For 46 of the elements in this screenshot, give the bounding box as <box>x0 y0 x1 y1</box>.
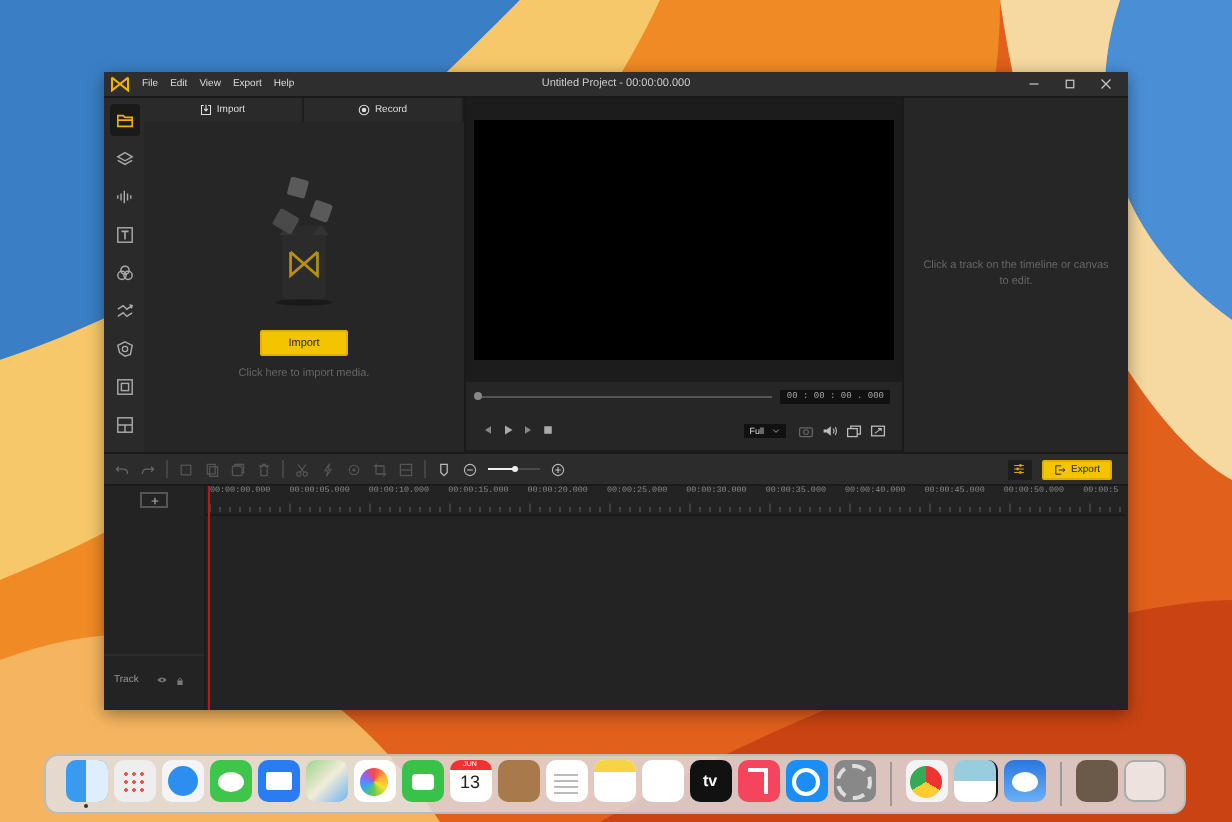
record-icon <box>358 104 371 116</box>
text-box-icon <box>115 225 133 243</box>
next-frame-icon[interactable] <box>522 424 534 436</box>
layers-icon <box>115 149 133 167</box>
sidebar-item[interactable] <box>109 104 139 136</box>
previous-frame-icon[interactable] <box>482 424 494 436</box>
zoom-in-icon[interactable] <box>550 461 566 477</box>
import-icon <box>200 104 213 116</box>
lock-icon[interactable] <box>176 675 185 685</box>
duplicate-icon[interactable] <box>230 461 246 477</box>
frame-icon <box>115 377 133 395</box>
close-icon[interactable] <box>1100 78 1112 90</box>
lightning-icon[interactable] <box>320 461 336 477</box>
zoom-out-icon[interactable] <box>462 461 478 477</box>
volume-icon[interactable] <box>822 423 838 437</box>
redo-icon[interactable] <box>140 461 156 477</box>
fullscreen-icon[interactable] <box>870 423 886 437</box>
settings-button[interactable] <box>1007 459 1032 479</box>
minimize-icon[interactable] <box>1028 78 1040 90</box>
split-frame-icon[interactable] <box>398 461 414 477</box>
copy-icon[interactable] <box>204 461 220 477</box>
delete-icon[interactable] <box>256 461 272 477</box>
sticker-icon <box>115 339 133 357</box>
export-icon <box>1053 463 1066 475</box>
crop-frame-icon[interactable] <box>372 461 388 477</box>
sliders-icon <box>1012 462 1027 476</box>
layout-icon <box>115 415 133 433</box>
logo-icon <box>110 76 130 92</box>
plus-icon <box>149 495 159 505</box>
target-icon[interactable] <box>346 461 362 477</box>
swap-arrows-icon <box>115 301 133 319</box>
camera-icon[interactable] <box>798 423 814 437</box>
maximize-icon[interactable] <box>1064 78 1076 90</box>
play-icon[interactable] <box>502 424 514 436</box>
add-track-button[interactable] <box>140 492 168 508</box>
eye-icon[interactable] <box>156 676 169 684</box>
undo-icon[interactable] <box>114 461 130 477</box>
windows-icon[interactable] <box>846 423 862 437</box>
sound-wave-icon <box>115 187 133 205</box>
crop-icon[interactable] <box>178 461 194 477</box>
marker-icon[interactable] <box>436 461 452 477</box>
chevron-icon <box>772 427 780 433</box>
stop-icon[interactable] <box>542 424 554 436</box>
scissors-icon[interactable] <box>294 461 310 477</box>
folder-icon <box>115 111 133 129</box>
circles-icon <box>115 263 133 281</box>
